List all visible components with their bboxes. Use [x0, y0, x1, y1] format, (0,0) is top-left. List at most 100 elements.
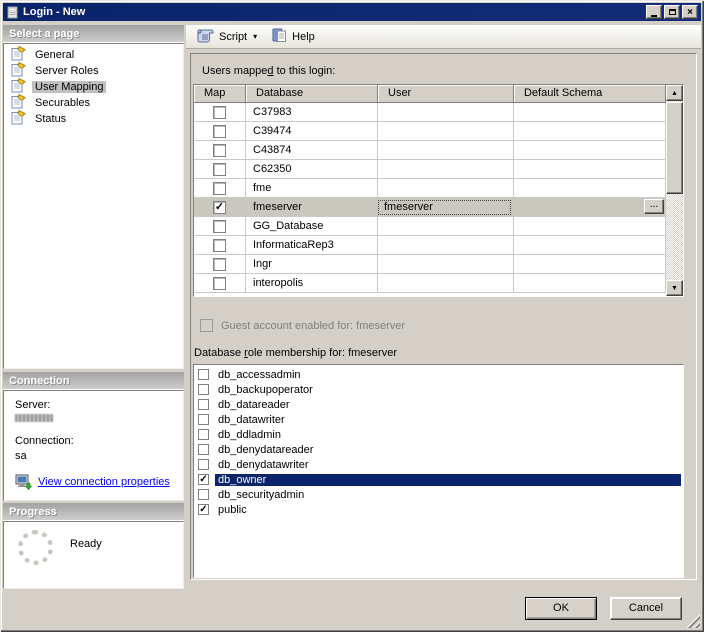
role-label: public [215, 504, 250, 516]
role-item[interactable]: db_ddladmin [194, 427, 683, 442]
table-row-selected[interactable]: ✓ fmeserver fmeserver ... [194, 198, 683, 217]
user-cell[interactable] [378, 179, 514, 198]
sidebar-item-securables[interactable]: Securables [4, 95, 183, 111]
sidebar-item-general[interactable]: General [4, 47, 183, 63]
role-item-selected[interactable]: ✓ db_owner [194, 472, 683, 487]
database-cell: fme [246, 179, 378, 198]
role-item[interactable]: db_backupoperator [194, 382, 683, 397]
role-item[interactable]: ✓ public [194, 502, 683, 517]
schema-cell[interactable]: ... [514, 198, 666, 217]
map-checkbox[interactable] [213, 220, 226, 233]
minimize-button[interactable] [646, 5, 662, 19]
scrollbar-thumb[interactable] [666, 102, 683, 194]
connection-header: Connection [3, 372, 184, 390]
table-row[interactable]: InformaticaRep3 [194, 236, 683, 255]
grid-scrollbar[interactable]: ▲ ▼ [666, 85, 683, 296]
sidebar-item-status[interactable]: Status [4, 111, 183, 127]
database-cell: fmeserver [246, 198, 378, 217]
role-checkbox[interactable] [198, 459, 209, 470]
sidebar-item-server-roles[interactable]: Server Roles [4, 63, 183, 79]
help-button-label: Help [292, 31, 315, 43]
role-item[interactable]: db_datawriter [194, 412, 683, 427]
connection-label: Connection: [15, 435, 183, 447]
role-checkbox[interactable] [198, 429, 209, 440]
role-checkbox[interactable] [198, 384, 209, 395]
role-item[interactable]: db_accessadmin [194, 367, 683, 382]
user-edit-cell[interactable]: fmeserver [378, 200, 511, 215]
ok-button[interactable]: OK [525, 597, 597, 620]
map-checkbox[interactable] [213, 125, 226, 138]
users-mapped-label: Users mapped to this login: [202, 65, 335, 77]
cancel-button[interactable]: Cancel [610, 597, 682, 620]
schema-cell[interactable] [514, 255, 666, 274]
close-button[interactable]: × [682, 5, 698, 19]
schema-cell[interactable] [514, 103, 666, 122]
column-header-database[interactable]: Database [246, 85, 378, 103]
view-connection-properties-link[interactable]: View connection properties [38, 476, 170, 488]
user-cell[interactable] [378, 274, 514, 293]
map-checkbox[interactable] [213, 144, 226, 157]
progress-spinner-icon [18, 530, 53, 565]
role-checkbox[interactable] [198, 369, 209, 380]
script-icon [197, 28, 214, 46]
user-cell[interactable] [378, 255, 514, 274]
sidebar-item-user-mapping[interactable]: User Mapping [4, 79, 183, 95]
column-header-user[interactable]: User [378, 85, 514, 103]
table-row[interactable]: GG_Database [194, 217, 683, 236]
table-row[interactable]: C62350 [194, 160, 683, 179]
guest-account-checkbox [200, 319, 213, 332]
role-checkbox[interactable] [198, 399, 209, 410]
schema-cell[interactable] [514, 217, 666, 236]
role-label: db_owner [215, 474, 681, 486]
guest-account-row: Guest account enabled for: fmeserver [200, 319, 405, 332]
role-checkbox[interactable] [198, 444, 209, 455]
column-header-default-schema[interactable]: Default Schema [514, 85, 666, 103]
resize-grip[interactable] [686, 614, 700, 628]
table-row[interactable]: interopolis [194, 274, 683, 293]
table-row[interactable]: C43874 [194, 141, 683, 160]
user-cell[interactable] [378, 217, 514, 236]
role-item[interactable]: db_securityadmin [194, 487, 683, 502]
schema-cell[interactable] [514, 160, 666, 179]
database-cell: InformaticaRep3 [246, 236, 378, 255]
role-label: db_ddladmin [215, 429, 284, 441]
role-item[interactable]: db_denydatareader [194, 442, 683, 457]
script-button[interactable]: Script ▾ [193, 26, 261, 48]
browse-schema-button[interactable]: ... [644, 199, 664, 214]
user-cell[interactable] [378, 103, 514, 122]
column-header-map[interactable]: Map [194, 85, 246, 103]
role-checkbox-checked[interactable]: ✓ [198, 504, 209, 515]
user-cell[interactable] [378, 160, 514, 179]
map-checkbox[interactable] [213, 258, 226, 271]
role-item[interactable]: db_denydatawriter [194, 457, 683, 472]
schema-cell[interactable] [514, 236, 666, 255]
table-row[interactable]: Ingr [194, 255, 683, 274]
role-membership-list: db_accessadmin db_backupoperator db_data… [193, 364, 684, 578]
help-button[interactable]: Help [267, 25, 319, 48]
role-checkbox[interactable] [198, 414, 209, 425]
user-cell[interactable] [378, 141, 514, 160]
titlebar[interactable]: Login - New × [3, 3, 701, 21]
role-checkbox[interactable] [198, 489, 209, 500]
user-cell[interactable] [378, 122, 514, 141]
role-checkbox-checked[interactable]: ✓ [198, 474, 209, 485]
map-checkbox[interactable] [213, 182, 226, 195]
role-item[interactable]: db_datareader [194, 397, 683, 412]
map-checkbox[interactable] [213, 163, 226, 176]
schema-cell[interactable] [514, 122, 666, 141]
scroll-down-button[interactable]: ▼ [666, 280, 683, 296]
schema-cell[interactable] [514, 179, 666, 198]
map-checkbox[interactable] [213, 106, 226, 119]
script-dropdown-arrow-icon[interactable]: ▾ [253, 32, 257, 41]
maximize-button[interactable] [664, 5, 680, 19]
table-row[interactable]: fme [194, 179, 683, 198]
map-checkbox[interactable] [213, 277, 226, 290]
table-row[interactable]: C37983 [194, 103, 683, 122]
schema-cell[interactable] [514, 274, 666, 293]
scroll-up-button[interactable]: ▲ [666, 85, 683, 101]
user-cell[interactable] [378, 236, 514, 255]
schema-cell[interactable] [514, 141, 666, 160]
map-checkbox-checked[interactable]: ✓ [213, 201, 226, 214]
map-checkbox[interactable] [213, 239, 226, 252]
table-row[interactable]: C39474 [194, 122, 683, 141]
